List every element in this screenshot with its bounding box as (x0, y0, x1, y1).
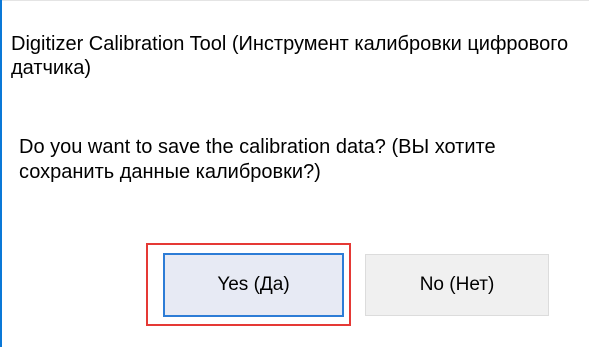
window-left-edge (0, 0, 2, 347)
no-button[interactable]: No (Нет) (365, 254, 549, 316)
dialog-top-border (0, 0, 589, 1)
no-button-label: No (Нет) (419, 274, 495, 295)
yes-button-label: Yes (Да) (217, 274, 290, 295)
dialog-title: Digitizer Calibration Tool (Инструмент к… (11, 33, 569, 79)
dialog-message: Do you want to save the calibration data… (19, 136, 496, 183)
calibration-dialog: Digitizer Calibration Tool (Инструмент к… (0, 0, 589, 347)
yes-button[interactable]: Yes (Да) (163, 253, 344, 317)
